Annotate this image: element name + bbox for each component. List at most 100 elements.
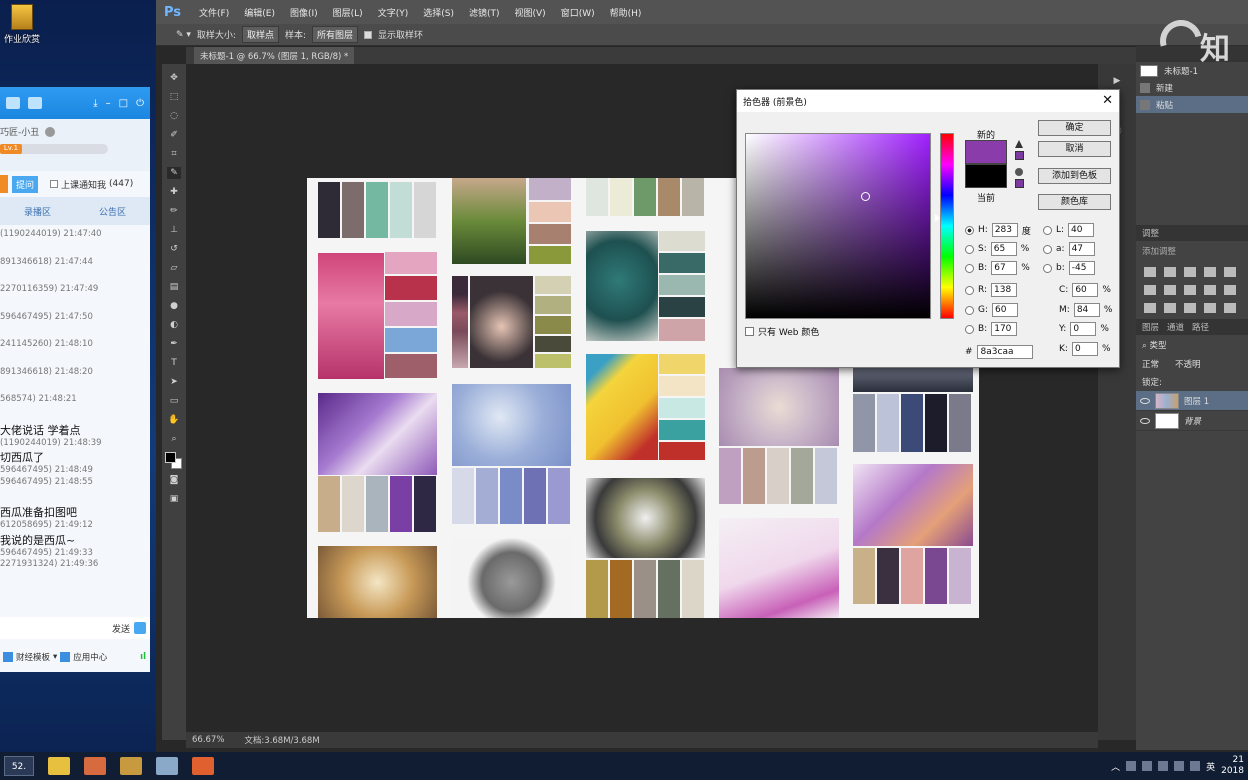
menu-view[interactable]: 视图(V) [515,6,546,19]
y-input[interactable]: 0 [1070,322,1097,336]
move-tool-icon[interactable]: ✥ [167,72,181,84]
tab-channels[interactable]: 通道 [1167,321,1184,333]
close-icon[interactable]: ✕ [1102,93,1113,108]
levels-icon[interactable] [1164,267,1176,277]
notify-toggle[interactable]: 上课通知我 (447) [50,178,133,191]
healing-tool-icon[interactable]: ✚ [167,186,181,198]
menu-window[interactable]: 窗口(W) [561,6,595,19]
play-icon[interactable]: ▶ [1110,76,1124,88]
layer-kind-filter[interactable]: ⌕ 类型 [1136,335,1248,355]
blend-mode-select[interactable]: 正常 [1142,358,1159,370]
menu-edit[interactable]: 编辑(E) [244,6,275,19]
l-radio[interactable] [1043,225,1052,235]
dodge-tool-icon[interactable]: ◐ [167,319,181,331]
threshold-icon[interactable] [1184,303,1196,313]
minimize-icon[interactable]: – [106,98,111,109]
cat-app-icon[interactable] [120,757,142,775]
gamut-swatch[interactable] [1015,151,1024,160]
out-of-gamut-icon[interactable] [1015,140,1023,148]
r-input[interactable]: 138 [991,283,1018,297]
hue-icon[interactable] [1144,285,1156,295]
menu-layer[interactable]: 图层(L) [333,6,363,19]
history-item-new[interactable]: 新建 [1136,79,1248,96]
explorer-icon[interactable] [48,757,70,775]
app-center-link[interactable]: 应用中心 [73,651,107,663]
g-input[interactable]: 60 [992,303,1019,317]
tab-paths[interactable]: 路径 [1192,321,1209,333]
marquee-tool-icon[interactable]: ⬚ [167,91,181,103]
hand-tool-icon[interactable]: ✋ [167,414,181,426]
history-item-paste[interactable]: 粘贴 [1136,96,1248,113]
orange-button[interactable] [0,175,8,193]
layer-row[interactable]: 背景 [1136,411,1248,431]
send-button[interactable]: 发送 [112,622,130,635]
bw-icon[interactable] [1184,285,1196,295]
vibrance-icon[interactable] [1224,267,1236,277]
balance-icon[interactable] [1164,285,1176,295]
maximize-icon[interactable]: □ [119,98,128,109]
color-libraries-button[interactable]: 颜色库 [1038,194,1111,210]
m-input[interactable]: 84 [1073,303,1100,317]
document-tab[interactable]: 未标题-1 @ 66.7% (图层 1, RGB/8) * [194,47,355,64]
screen-mode-icon[interactable]: ▣ [167,493,181,505]
web-colors-checkbox[interactable] [745,327,754,336]
desktop-folder-icon[interactable]: 作业欣赏 [2,4,42,45]
menu-select[interactable]: 选择(S) [423,6,454,19]
layer-row[interactable]: 图层 1 [1136,391,1248,411]
menu-help[interactable]: 帮助(H) [610,6,642,19]
tab-announcements[interactable]: 公告区 [75,205,150,218]
exposure-icon[interactable] [1204,267,1216,277]
sample-select[interactable]: 所有图层 [312,26,359,43]
image-viewer-icon[interactable] [156,757,178,775]
blur-tool-icon[interactable]: ● [167,300,181,312]
clock[interactable]: 21 2018 [1221,755,1244,777]
eye-icon[interactable] [1140,417,1150,424]
tab-layers[interactable]: 图层 [1142,321,1159,333]
color-marker[interactable] [861,192,870,201]
c-input[interactable]: 60 [1072,283,1099,297]
curves-icon[interactable] [1184,267,1196,277]
add-to-swatches-button[interactable]: 添加到色板 [1038,168,1111,184]
tray-icon[interactable] [1142,761,1153,771]
download-icon[interactable]: ⤓ [93,98,97,109]
menu-type[interactable]: 文字(Y) [378,6,409,19]
adjustments-title[interactable]: 调整 [1142,227,1159,239]
crop-tool-icon[interactable]: ⌗ [167,148,181,160]
finance-template-link[interactable]: 财经模板 [16,651,50,663]
lab-b-input[interactable]: -45 [1068,261,1095,275]
r-radio[interactable] [965,285,974,295]
web-colors-only-toggle[interactable]: 只有 Web 颜色 [745,325,819,338]
gradient-tool-icon[interactable]: ▤ [167,281,181,293]
menu-file[interactable]: 文件(F) [199,6,229,19]
lab-b-radio[interactable] [1043,263,1052,273]
h-input[interactable]: 283 [991,223,1018,237]
blue-input[interactable]: 170 [991,322,1018,336]
g-radio[interactable] [965,305,974,315]
cancel-button[interactable]: 取消 [1038,141,1111,157]
gradient-map-icon[interactable] [1204,303,1216,313]
a-radio[interactable] [1043,244,1052,254]
start-button[interactable]: 52. [4,756,34,776]
color-swatches[interactable] [165,452,183,470]
mixer-icon[interactable] [1224,285,1236,295]
power-icon[interactable]: ⏻ [136,98,144,109]
tray-icon[interactable] [1158,761,1169,771]
type-tool-icon[interactable]: T [167,357,181,369]
pen-tool-icon[interactable]: ✒ [167,338,181,350]
eyedropper-tool-icon[interactable]: ✎ [167,166,181,179]
ime-indicator[interactable]: 英 [1206,760,1215,773]
quick-mask-icon[interactable]: ◙ [167,474,181,486]
color-field[interactable] [745,133,931,319]
stamp-tool-icon[interactable]: ⊥ [167,224,181,236]
brightness-icon[interactable] [1144,267,1156,277]
hex-input[interactable]: 8a3caa [976,345,1033,359]
hue-slider[interactable] [935,133,954,319]
web-safe-icon[interactable] [1015,168,1023,176]
qq-icon[interactable] [134,622,146,634]
share-icon[interactable] [28,97,42,109]
l-input[interactable]: 40 [1068,223,1095,237]
selective-color-icon[interactable] [1224,303,1236,313]
photo-filter-icon[interactable] [1204,285,1216,295]
web-safe-swatch[interactable] [1015,179,1024,188]
foreground-color-swatch[interactable] [165,452,176,463]
